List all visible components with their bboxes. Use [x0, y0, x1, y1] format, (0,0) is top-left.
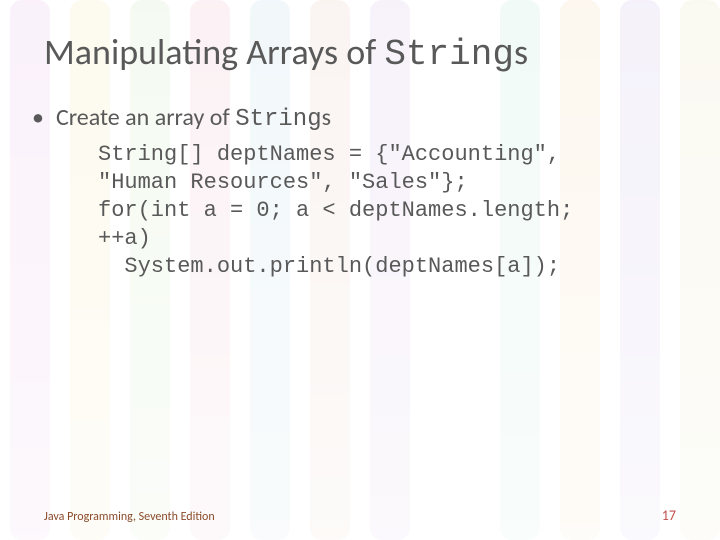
- code-line: System.out.println(deptNames[a]);: [98, 254, 560, 279]
- bullet-after: s: [322, 103, 331, 132]
- code-block: String[] deptNames = {"Accounting", "Hum…: [98, 141, 676, 281]
- title-text-after: s: [514, 30, 528, 74]
- bullet-text: Create an array of Strings: [56, 103, 331, 135]
- slide-title: Manipulating Arrays of Strings: [44, 30, 676, 75]
- title-text-before: Manipulating Arrays of: [44, 30, 384, 74]
- code-line: "Human Resources", "Sales"};: [98, 170, 468, 195]
- code-line: for(int a = 0; a < deptNames.length;: [98, 198, 573, 223]
- code-line: String[] deptNames = {"Accounting",: [98, 142, 560, 167]
- bullet-item: • Create an array of Strings: [32, 103, 676, 135]
- bullet-before: Create an array of: [56, 103, 235, 132]
- bullet-code: String: [235, 106, 321, 133]
- bullet-marker: •: [32, 103, 44, 133]
- title-code: String: [384, 34, 514, 75]
- code-line: ++a): [98, 226, 151, 251]
